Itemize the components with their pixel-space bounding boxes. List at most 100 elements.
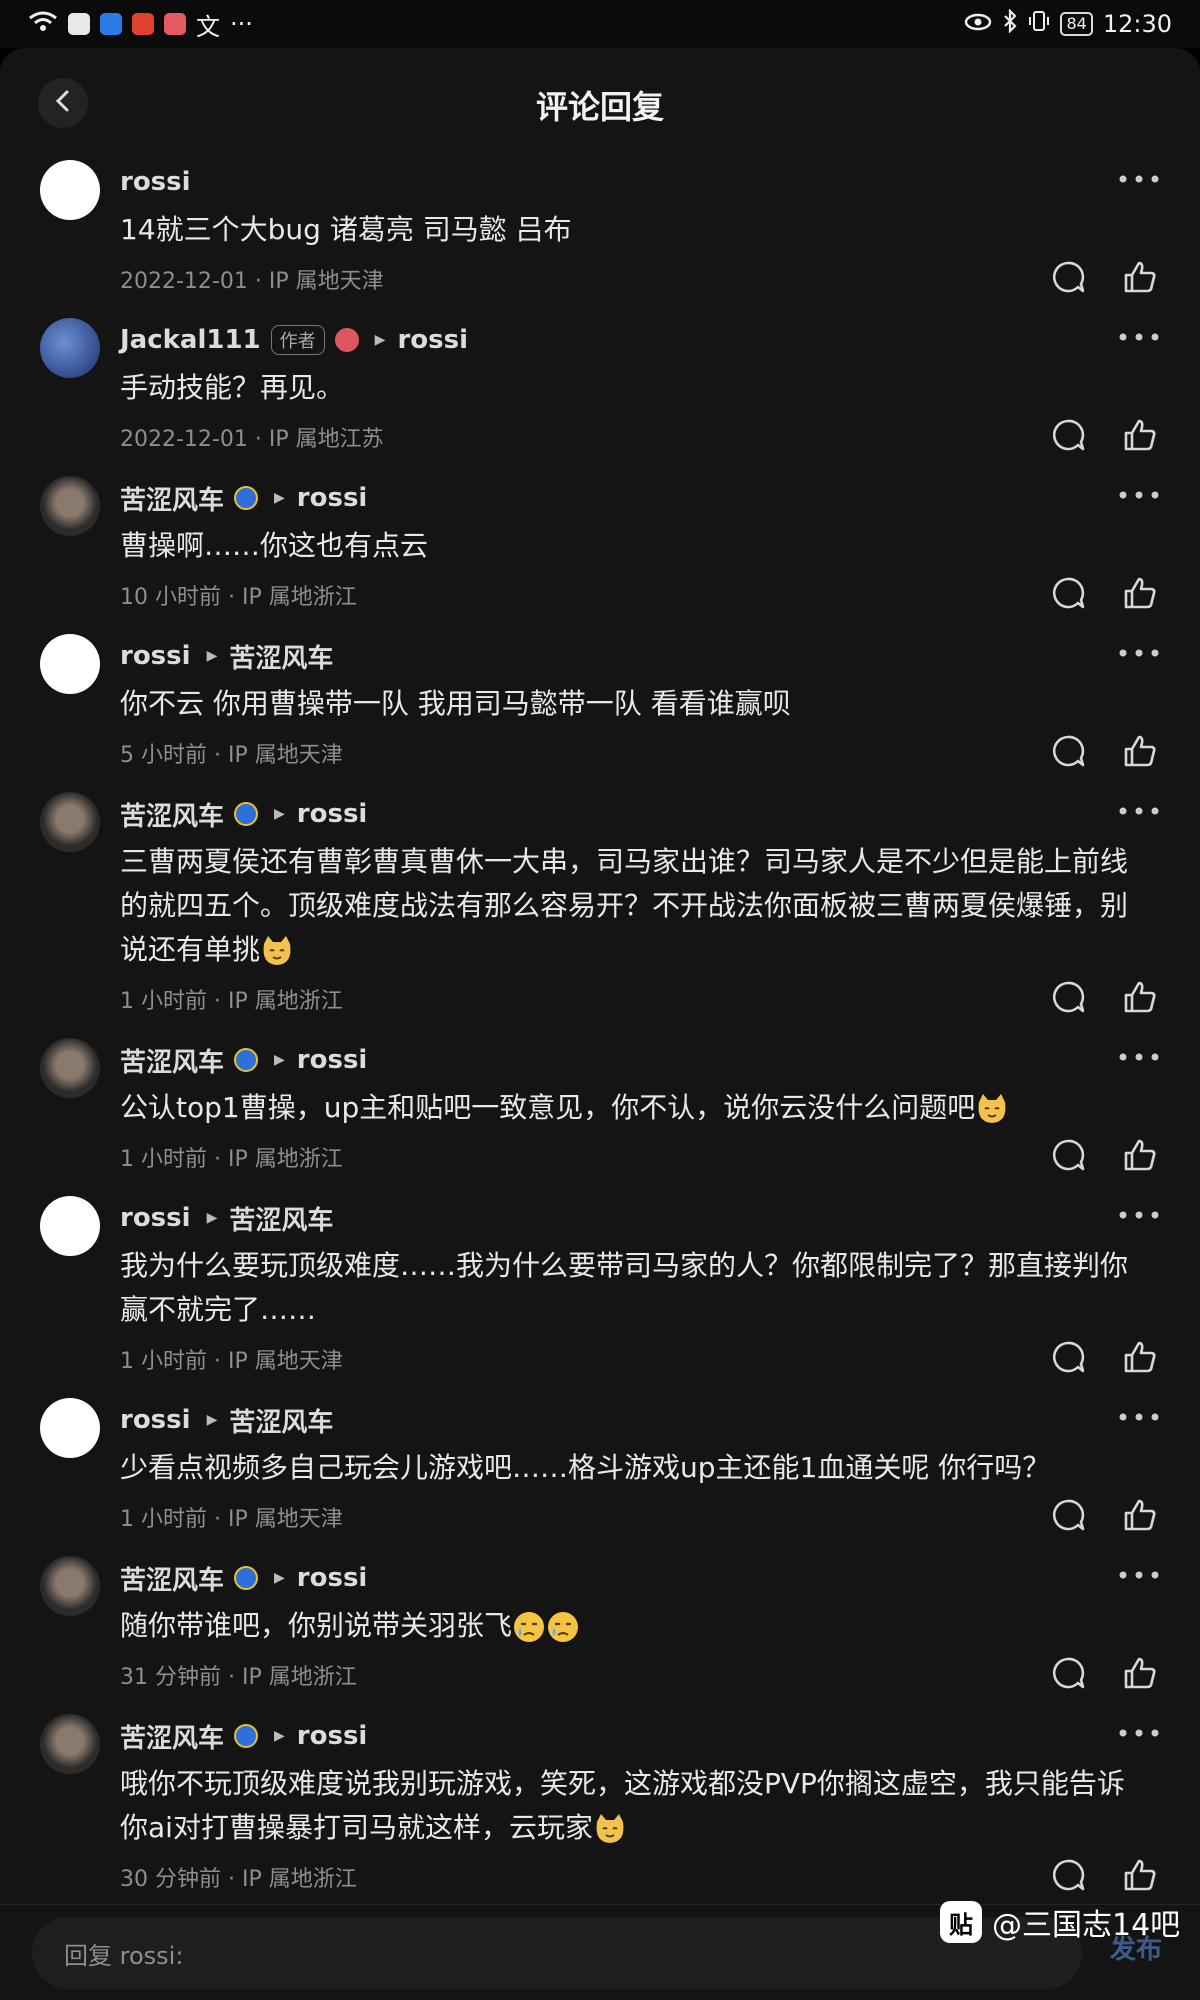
like-button[interactable] <box>1116 1651 1164 1699</box>
avatar[interactable] <box>40 318 100 378</box>
more-options-button[interactable] <box>1116 322 1162 352</box>
avatar[interactable] <box>40 634 100 694</box>
reply-input[interactable]: 回复 rossi: <box>32 1917 1082 1989</box>
author-name[interactable]: rossi <box>120 1203 191 1233</box>
reply-button[interactable] <box>1044 571 1092 619</box>
comment-time: 2022-12-01 · IP 属地天津 <box>120 269 384 294</box>
comment-text: 14就三个大bug 诸葛亮 司马懿 吕布 <box>120 213 572 246</box>
more-options-button[interactable] <box>1116 796 1162 826</box>
author-name[interactable]: rossi <box>120 641 191 671</box>
reply-button[interactable] <box>1044 1651 1092 1699</box>
comment-text: 哦你不玩顶级难度说我别玩游戏，笑死，这游戏都没PVP你搁这虚空，我只能告诉你ai… <box>120 1762 1200 1850</box>
comment-text-content: 公认top1曹操，up主和贴吧一致意见，你不认，说你云没什么问题吧 <box>120 1091 976 1124</box>
reply-arrow-icon: ▶ <box>274 1570 285 1586</box>
avatar[interactable] <box>40 160 100 220</box>
like-button[interactable] <box>1116 1853 1164 1901</box>
comment-meta: rossi ▶ 苦涩风车 <box>120 1192 1200 1244</box>
comment-time: 31 分钟前 · IP 属地浙江 <box>120 1665 357 1690</box>
clock: 12:30 <box>1102 10 1172 38</box>
reply-button[interactable] <box>1044 255 1092 303</box>
comment-bubble-icon <box>1050 1137 1086 1177</box>
more-options-button[interactable] <box>1116 1718 1162 1748</box>
comment-bubble-icon <box>1050 1655 1086 1695</box>
reply-to-name[interactable]: 苦涩风车 <box>229 638 333 675</box>
comment-bubble-icon <box>1050 1339 1086 1379</box>
more-options-button[interactable] <box>1116 1042 1162 1072</box>
author-name[interactable]: 苦涩风车 <box>120 480 224 517</box>
author-name[interactable]: rossi <box>120 1405 191 1435</box>
author-name[interactable]: 苦涩风车 <box>120 1560 224 1597</box>
reply-arrow-icon: ▶ <box>274 1052 285 1068</box>
reply-arrow-icon: ▶ <box>206 1412 218 1428</box>
reply-button[interactable] <box>1044 729 1092 777</box>
comment-footer: 2022-12-01 · IP 属地天津 <box>120 252 1200 306</box>
avatar[interactable] <box>40 1196 100 1256</box>
comment-time: 1 小时前 · IP 属地浙江 <box>120 1147 343 1172</box>
like-button[interactable] <box>1116 255 1164 303</box>
like-button[interactable] <box>1116 413 1164 461</box>
comment-meta: Jackal111 作者 ▶ rossi <box>120 314 1200 366</box>
comment-bubble-icon <box>1050 1497 1086 1537</box>
author-name[interactable]: 苦涩风车 <box>120 1718 224 1755</box>
avatar[interactable] <box>40 1714 100 1774</box>
level-badge-icon <box>234 1048 259 1072</box>
comment-time: 2022-12-01 · IP 属地江苏 <box>120 427 384 452</box>
more-dots-icon <box>1116 1413 1162 1436</box>
avatar[interactable] <box>40 476 100 536</box>
more-options-button[interactable] <box>1116 638 1162 668</box>
cat-emoji-icon <box>975 1092 1009 1126</box>
author-name[interactable]: Jackal111 <box>120 325 261 355</box>
reply-to-name[interactable]: rossi <box>297 799 368 829</box>
comment-time: 5 小时前 · IP 属地天津 <box>120 743 343 768</box>
like-button[interactable] <box>1116 1335 1164 1383</box>
reply-to-name[interactable]: rossi <box>297 1045 368 1075</box>
crying-face-emoji-icon <box>512 1610 546 1644</box>
reply-button[interactable] <box>1044 1853 1092 1901</box>
reply-to-name[interactable]: 苦涩风车 <box>229 1200 333 1237</box>
author-name[interactable]: 苦涩风车 <box>120 796 224 833</box>
comment-text-content: 随你带谁吧，你别说带关羽张飞 <box>120 1609 513 1642</box>
comment-meta: 苦涩风车 ▶ rossi <box>120 472 1200 524</box>
avatar[interactable] <box>40 1398 100 1458</box>
more-dots-icon <box>1116 1053 1162 1076</box>
avatar[interactable] <box>40 1038 100 1098</box>
reply-button[interactable] <box>1044 975 1092 1023</box>
author-name[interactable]: 苦涩风车 <box>120 1042 224 1079</box>
avatar[interactable] <box>40 1556 100 1616</box>
more-dots-icon <box>1116 333 1162 356</box>
app-notification-icon <box>68 13 90 35</box>
avatar[interactable] <box>40 792 100 852</box>
like-button[interactable] <box>1116 1493 1164 1541</box>
more-dots-icon <box>1116 1571 1162 1594</box>
reply-to-name[interactable]: rossi <box>397 325 468 355</box>
comment-footer: 1 小时前 · IP 属地浙江 <box>120 972 1200 1026</box>
author-name[interactable]: rossi <box>120 167 191 197</box>
status-right: 84 12:30 <box>964 8 1172 39</box>
comment-bubble-icon <box>1050 1857 1086 1897</box>
like-button[interactable] <box>1116 729 1164 777</box>
like-button[interactable] <box>1116 975 1164 1023</box>
header: 评论回复 <box>0 48 1200 156</box>
more-options-button[interactable] <box>1116 480 1162 510</box>
watermark: 贴 @三国志14吧 <box>940 1900 1180 1944</box>
reply-button[interactable] <box>1044 1493 1092 1541</box>
reply-button[interactable] <box>1044 1133 1092 1181</box>
more-options-button[interactable] <box>1116 1200 1162 1230</box>
reply-button[interactable] <box>1044 413 1092 461</box>
reply-to-name[interactable]: 苦涩风车 <box>229 1402 333 1439</box>
more-options-button[interactable] <box>1116 164 1162 194</box>
more-options-button[interactable] <box>1116 1402 1162 1432</box>
reply-button[interactable] <box>1044 1335 1092 1383</box>
comment-item: rossi 14就三个大bug 诸葛亮 司马懿 吕布 2022-12-01 · … <box>0 156 1200 306</box>
comment-list[interactable]: rossi 14就三个大bug 诸葛亮 司马懿 吕布 2022-12-01 · … <box>0 156 1200 1912</box>
more-options-button[interactable] <box>1116 1560 1162 1590</box>
thumbs-up-icon <box>1122 1857 1158 1897</box>
comment-item: rossi ▶ 苦涩风车 我为什么要玩顶级难度……我为什么要带司马家的人？你都限… <box>0 1192 1200 1386</box>
like-button[interactable] <box>1116 1133 1164 1181</box>
reply-to-name[interactable]: rossi <box>297 483 368 513</box>
reply-to-name[interactable]: rossi <box>297 1721 368 1751</box>
more-dots-icon <box>1116 491 1162 514</box>
like-button[interactable] <box>1116 571 1164 619</box>
reply-to-name[interactable]: rossi <box>297 1563 368 1593</box>
reply-sheet: 评论回复 rossi 14就三个大bug 诸葛亮 司马懿 吕布 2022-12-… <box>0 48 1200 2000</box>
